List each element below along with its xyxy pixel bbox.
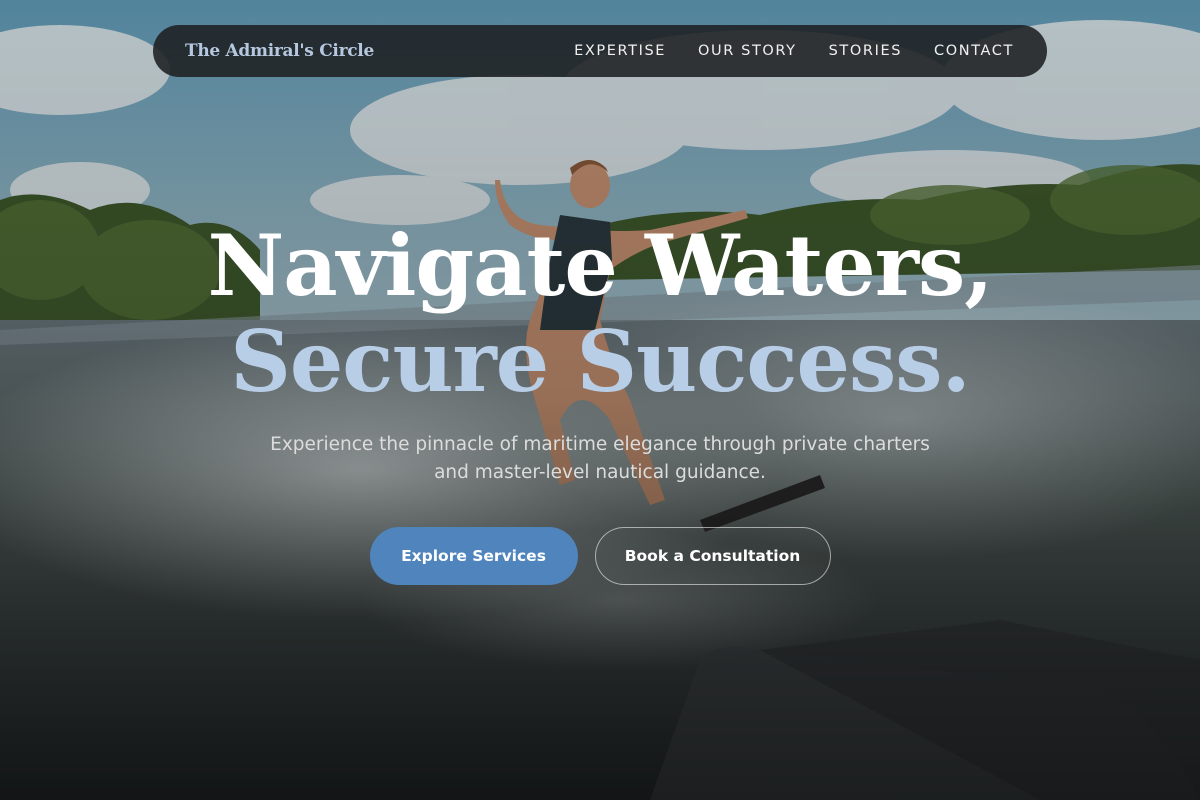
nav-link-contact[interactable]: CONTACT (934, 43, 1014, 59)
hero-subtitle-line-1: Experience the pinnacle of maritime eleg… (270, 434, 930, 455)
hero-cta-group: Explore Services Book a Consultation (0, 527, 1200, 585)
nav-link-expertise[interactable]: EXPERTISE (574, 43, 666, 59)
book-consultation-button[interactable]: Book a Consultation (594, 527, 831, 585)
nav-link-stories[interactable]: STORIES (829, 43, 902, 59)
hero-headline-line-1: Navigate Waters, (207, 216, 993, 315)
hero-headline-line-2: Secure Success. (230, 312, 971, 411)
hero-section: The Admiral's Circle EXPERTISE OUR STORY… (0, 0, 1200, 800)
top-navigation-bar: The Admiral's Circle EXPERTISE OUR STORY… (153, 25, 1047, 77)
brand-logo-text[interactable]: The Admiral's Circle (185, 41, 374, 61)
nav-links: EXPERTISE OUR STORY STORIES CONTACT (574, 43, 1014, 59)
hero-subtitle: Experience the pinnacle of maritime eleg… (250, 431, 950, 487)
nav-link-our-story[interactable]: OUR STORY (698, 43, 797, 59)
hero-subtitle-line-2: and master-level nautical guidance. (434, 462, 766, 483)
hero-headline: Navigate Waters, Secure Success. (0, 218, 1200, 410)
explore-services-button[interactable]: Explore Services (369, 527, 578, 585)
